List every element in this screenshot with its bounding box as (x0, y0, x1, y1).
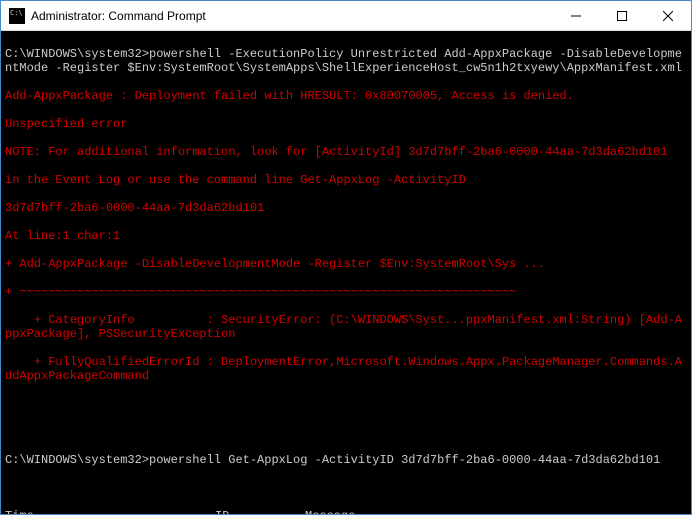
prompt: C:\WINDOWS\system32> (5, 47, 149, 61)
error-line: 3d7d7bff-2ba6-0000-44aa-7d3da62bd101 (5, 201, 687, 215)
minimize-button[interactable] (553, 1, 599, 30)
blank-line (5, 397, 687, 411)
titlebar: Administrator: Command Prompt (1, 1, 691, 31)
maximize-button[interactable] (599, 1, 645, 30)
table-header-row: TimeIDMessage (5, 509, 687, 514)
error-line: + CategoryInfo : SecurityError: (C:\WIND… (5, 313, 687, 341)
command-line: C:\WINDOWS\system32>powershell Get-AppxL… (5, 453, 687, 467)
blank-line (5, 481, 687, 495)
col-header-time: Time (5, 509, 215, 514)
error-line: NOTE: For additional information, look f… (5, 145, 687, 159)
blank-line (5, 425, 687, 439)
error-line: + ~~~~~~~~~~~~~~~~~~~~~~~~~~~~~~~~~~~~~~… (5, 285, 687, 299)
terminal-output[interactable]: C:\WINDOWS\system32>powershell -Executio… (1, 31, 691, 514)
error-line: Add-AppxPackage : Deployment failed with… (5, 89, 687, 103)
window-title: Administrator: Command Prompt (31, 9, 553, 23)
error-line: + Add-AppxPackage -DisableDevelopmentMod… (5, 257, 687, 271)
error-line: in the Event Log or use the command line… (5, 173, 687, 187)
command-line: C:\WINDOWS\system32>powershell -Executio… (5, 47, 687, 75)
close-button[interactable] (645, 1, 691, 30)
error-line: + FullyQualifiedErrorId : DeploymentErro… (5, 355, 687, 383)
col-header-message: Message (305, 509, 687, 514)
error-line: At line:1 char:1 (5, 229, 687, 243)
window-controls (553, 1, 691, 30)
col-header-id: ID (215, 509, 305, 514)
command-text: powershell Get-AppxLog -ActivityID 3d7d7… (149, 453, 660, 467)
cmd-icon (9, 8, 25, 24)
prompt: C:\WINDOWS\system32> (5, 453, 149, 467)
error-line: Unspecified error (5, 117, 687, 131)
